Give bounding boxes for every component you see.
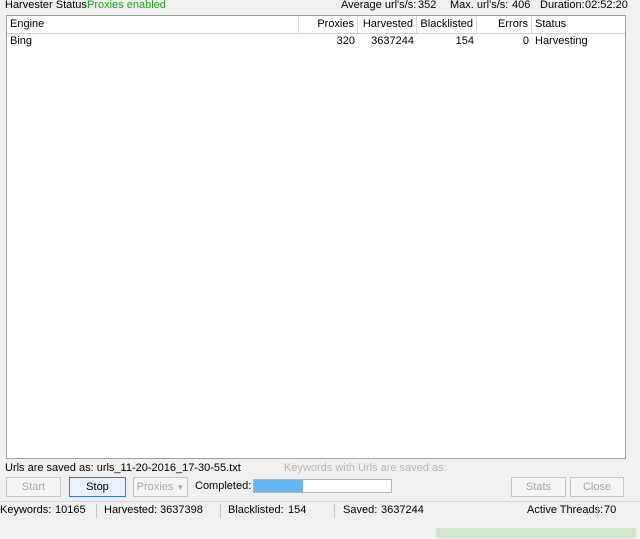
- col-proxies[interactable]: Proxies: [299, 16, 358, 33]
- proxies-label: Proxies: [136, 481, 174, 493]
- top-status-bar: Harvester Status: Proxies enabled Averag…: [0, 0, 640, 14]
- col-errors[interactable]: Errors: [477, 16, 532, 33]
- start-button[interactable]: Start: [6, 477, 61, 497]
- bottom-status-bar: Keywords: 10165 Harvested: 3637398 Black…: [0, 501, 640, 520]
- active-threads-label: Active Threads:: [527, 504, 604, 516]
- progress-percent: 36%: [312, 480, 333, 491]
- divider: [220, 504, 221, 518]
- cell-harvested: 3637244: [371, 35, 414, 47]
- divider: [597, 504, 598, 518]
- max-urls-label: Max. url's/s:: [450, 0, 509, 11]
- harvested-value: 3637398: [160, 504, 203, 516]
- proxies-dropdown-button[interactable]: Proxies ▼: [133, 477, 188, 497]
- progress-fill: [254, 480, 304, 492]
- saved-value: 3637244: [381, 504, 424, 516]
- close-button[interactable]: Close: [570, 477, 624, 497]
- blacklisted-value: 154: [288, 504, 307, 516]
- cell-status: Harvesting: [535, 35, 588, 47]
- completed-label: Completed:: [195, 480, 252, 492]
- urls-saved-text: Urls are saved as: urls_11-20-2016_17-30…: [5, 462, 241, 474]
- engine-table[interactable]: Engine Proxies Harvested Blacklisted Err…: [6, 15, 626, 459]
- col-harvested[interactable]: Harvested: [358, 16, 417, 33]
- progress-bar: 36%: [253, 479, 392, 493]
- stop-button[interactable]: Stop: [69, 477, 126, 497]
- col-engine[interactable]: Engine: [7, 16, 299, 33]
- blurred-overlay: [436, 528, 636, 538]
- blacklisted-label: Blacklisted:: [228, 504, 284, 516]
- duration-label: Duration:: [540, 0, 585, 11]
- keywords-label: Keywords:: [0, 504, 52, 516]
- cell-engine: Bing: [10, 35, 33, 47]
- duration-value: 02:52:20: [585, 0, 628, 11]
- stats-button[interactable]: Stats: [511, 477, 566, 497]
- divider: [96, 504, 97, 518]
- harvested-label: Harvested:: [104, 504, 158, 516]
- cell-blacklisted: 154: [455, 35, 474, 47]
- divider: [334, 504, 335, 518]
- harvester-status-label: Harvester Status:: [5, 0, 90, 11]
- avg-urls-label: Average url's/s:: [341, 0, 417, 11]
- keywords-saved-text: Keywords with Urls are saved as:: [284, 462, 447, 474]
- table-row[interactable]: Bing 320 3637244 154 0 Harvesting: [7, 33, 625, 49]
- cell-proxies: 320: [336, 35, 355, 47]
- chevron-down-icon: ▼: [176, 483, 185, 492]
- avg-urls-value: 352: [418, 0, 437, 11]
- cell-errors: 0: [522, 35, 529, 47]
- col-status[interactable]: Status: [532, 16, 625, 33]
- harvester-status-value: Proxies enabled: [87, 0, 166, 11]
- max-urls-value: 406: [512, 0, 531, 11]
- active-threads-value: 70: [604, 504, 617, 516]
- saved-label: Saved:: [343, 504, 378, 516]
- col-blacklisted[interactable]: Blacklisted: [417, 16, 477, 33]
- table-header: Engine Proxies Harvested Blacklisted Err…: [7, 16, 625, 34]
- keywords-value: 10165: [55, 504, 86, 516]
